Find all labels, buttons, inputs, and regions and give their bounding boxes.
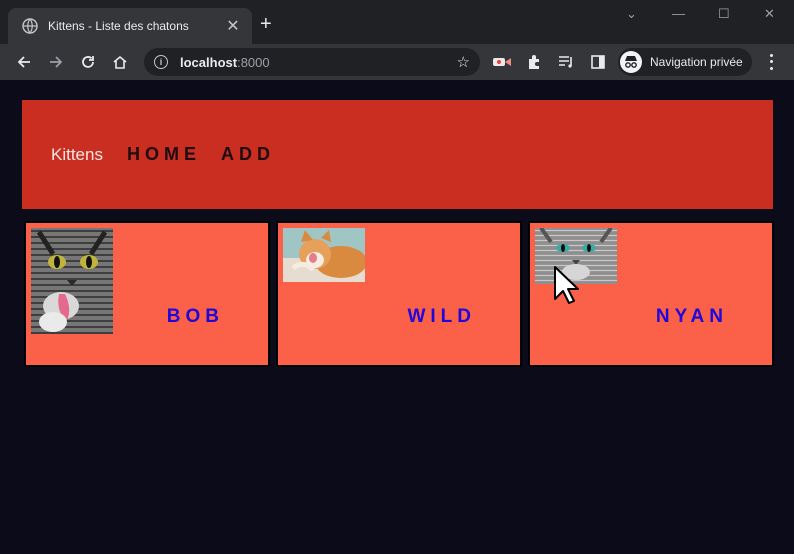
minimize-button[interactable]: —: [672, 6, 685, 21]
site-brand[interactable]: Kittens: [51, 145, 103, 165]
reload-icon: [82, 56, 94, 68]
nav-home-link[interactable]: HOME: [127, 144, 201, 165]
reload-button[interactable]: [76, 50, 100, 74]
tab-title: Kittens - Liste des chatons: [48, 19, 189, 33]
browser-menu-icon[interactable]: [764, 52, 778, 72]
mouse-cursor-icon: [554, 266, 579, 304]
nav-add-link[interactable]: ADD: [221, 144, 275, 165]
back-button[interactable]: [12, 50, 36, 74]
kitten-photo-wild: [283, 228, 365, 282]
home-button[interactable]: [108, 50, 132, 74]
site-header: Kittens HOME ADD: [22, 100, 773, 209]
kitten-list: BOB WILD NYAN: [24, 221, 774, 367]
profile-label: Navigation privée: [650, 55, 743, 69]
globe-icon: [22, 18, 38, 34]
bookmark-star-icon[interactable]: ☆: [457, 53, 470, 71]
maximize-button[interactable]: ☐: [718, 6, 730, 22]
video-extension-icon[interactable]: [492, 52, 512, 72]
kitten-name: WILD: [407, 306, 476, 327]
back-arrow-icon: [17, 56, 30, 68]
kitten-name: BOB: [166, 306, 224, 327]
home-icon: [113, 55, 127, 69]
new-tab-button[interactable]: +: [260, 14, 272, 34]
address-bar[interactable]: i localhost :8000 ☆: [144, 48, 480, 76]
site-info-icon[interactable]: i: [154, 55, 168, 69]
reading-list-icon[interactable]: [556, 52, 576, 72]
url-port: :8000: [237, 54, 270, 70]
forward-arrow-icon: [50, 56, 63, 68]
tab-close-icon[interactable]: ✕: [224, 16, 242, 36]
kitten-photo-bob: [31, 228, 113, 334]
kitten-card-bob[interactable]: BOB: [24, 221, 270, 367]
tab-strip: Kittens - Liste des chatons ✕ + ⌄ — ☐ ✕: [0, 0, 794, 44]
page-viewport: Kittens HOME ADD BOB WILD NYAN: [0, 80, 794, 554]
side-panel-icon[interactable]: [588, 52, 608, 72]
url-host: localhost: [180, 54, 238, 70]
browser-toolbar: i localhost :8000 ☆ Navigation privée: [0, 44, 794, 80]
extensions-puzzle-icon[interactable]: [524, 52, 544, 72]
kitten-name: NYAN: [655, 306, 728, 327]
close-window-button[interactable]: ✕: [764, 6, 775, 22]
incognito-icon: [620, 51, 642, 73]
incognito-profile-button[interactable]: Navigation privée: [618, 48, 752, 76]
tab-search-icon[interactable]: ⌄: [626, 6, 637, 22]
kitten-card-wild[interactable]: WILD: [276, 221, 522, 367]
forward-button[interactable]: [44, 50, 68, 74]
browser-tab[interactable]: Kittens - Liste des chatons ✕: [8, 8, 252, 44]
